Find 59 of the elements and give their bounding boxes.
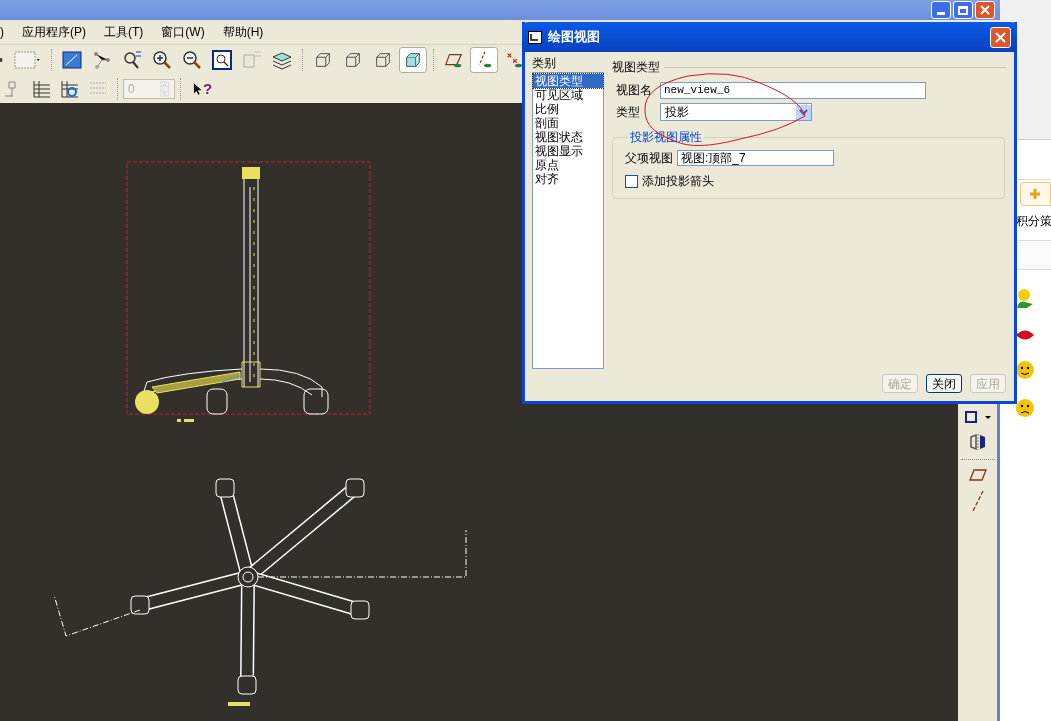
side-panel-text: 积分策	[1015, 213, 1051, 230]
plus-icon	[1029, 188, 1041, 200]
parent-view-field[interactable]: 视图:顶部_7	[677, 150, 834, 166]
category-item[interactable]: 可见区域	[533, 88, 603, 102]
dialog-close-button[interactable]	[990, 26, 1011, 48]
table-icon[interactable]	[31, 78, 53, 100]
zoom-in-icon[interactable]	[151, 49, 173, 71]
repaint-icon[interactable]	[61, 49, 83, 71]
checkbox-label: 添加投影箭头	[642, 173, 714, 190]
menu-item[interactable]: 应用程序(P)	[22, 23, 86, 41]
view-type-label: 类型	[616, 104, 641, 121]
checkbox[interactable]	[625, 174, 638, 188]
minimize-button[interactable]	[931, 1, 951, 19]
sad-face-icon[interactable]	[1015, 398, 1035, 418]
category-label: 类别	[532, 56, 557, 71]
maximize-button[interactable]	[953, 1, 973, 19]
context-help-button[interactable]: ?	[192, 77, 213, 101]
shaded-cube-icon	[403, 50, 423, 70]
node-icon[interactable]	[91, 49, 113, 71]
zoom-out-icon[interactable]	[181, 49, 203, 71]
dialog-button[interactable]: 关闭	[926, 374, 962, 393]
wireframe-cube-icon	[313, 50, 333, 70]
shaded-cube-button[interactable]	[399, 47, 427, 73]
hidden-line-cube-icon	[343, 50, 363, 70]
close-icon	[980, 5, 990, 15]
close-icon	[995, 31, 1006, 43]
zoom-fit-icon[interactable]	[211, 49, 233, 71]
menu-item[interactable]: 窗口(W)	[161, 23, 205, 41]
menu-item[interactable]: )	[0, 23, 4, 41]
section-title: 视图类型	[612, 59, 660, 76]
smiley-icon[interactable]	[1015, 360, 1035, 380]
emoticon-icon[interactable]	[1015, 288, 1035, 310]
category-item[interactable]: 原点	[533, 158, 603, 172]
parent-view-label: 父项视图	[625, 150, 674, 167]
category-item[interactable]: 视图类型	[533, 74, 603, 88]
category-item[interactable]: 比例	[533, 102, 603, 116]
close-button[interactable]	[975, 1, 995, 19]
menu-item[interactable]: 工具(T)	[104, 23, 144, 41]
lips-icon[interactable]	[1015, 328, 1035, 342]
dashed-line-icon[interactable]	[970, 490, 985, 512]
table-refresh-icon[interactable]	[59, 78, 81, 100]
view-name-field[interactable]: new_view_6	[660, 81, 926, 99]
category-list[interactable]: 视图类型 可见区域 比例 剖面 视图状态 视图显示 原点 对齐	[532, 72, 604, 369]
dialog-title: 绘图视图	[548, 28, 601, 47]
view-name-label: 视图名	[616, 82, 653, 99]
menu-item[interactable]: 帮助(H)	[222, 23, 264, 41]
parallelogram-icon[interactable]	[967, 468, 988, 482]
category-item[interactable]: 视图显示	[533, 144, 603, 158]
group-title: 投影视图属性	[628, 130, 704, 144]
category-item[interactable]: 剖面	[533, 116, 603, 130]
view-type-dropdown[interactable]: 投影	[660, 103, 812, 121]
category-item[interactable]: 视图状态	[533, 130, 603, 144]
axis-display-button[interactable]	[470, 47, 498, 73]
no-hidden-cube-icon	[373, 50, 393, 70]
window-dropdown-icon[interactable]	[962, 409, 993, 425]
category-item[interactable]: 对齐	[533, 172, 603, 186]
point-display-icon	[504, 50, 524, 70]
mirror-icon[interactable]	[967, 433, 988, 451]
dialog-app-icon	[528, 30, 542, 44]
